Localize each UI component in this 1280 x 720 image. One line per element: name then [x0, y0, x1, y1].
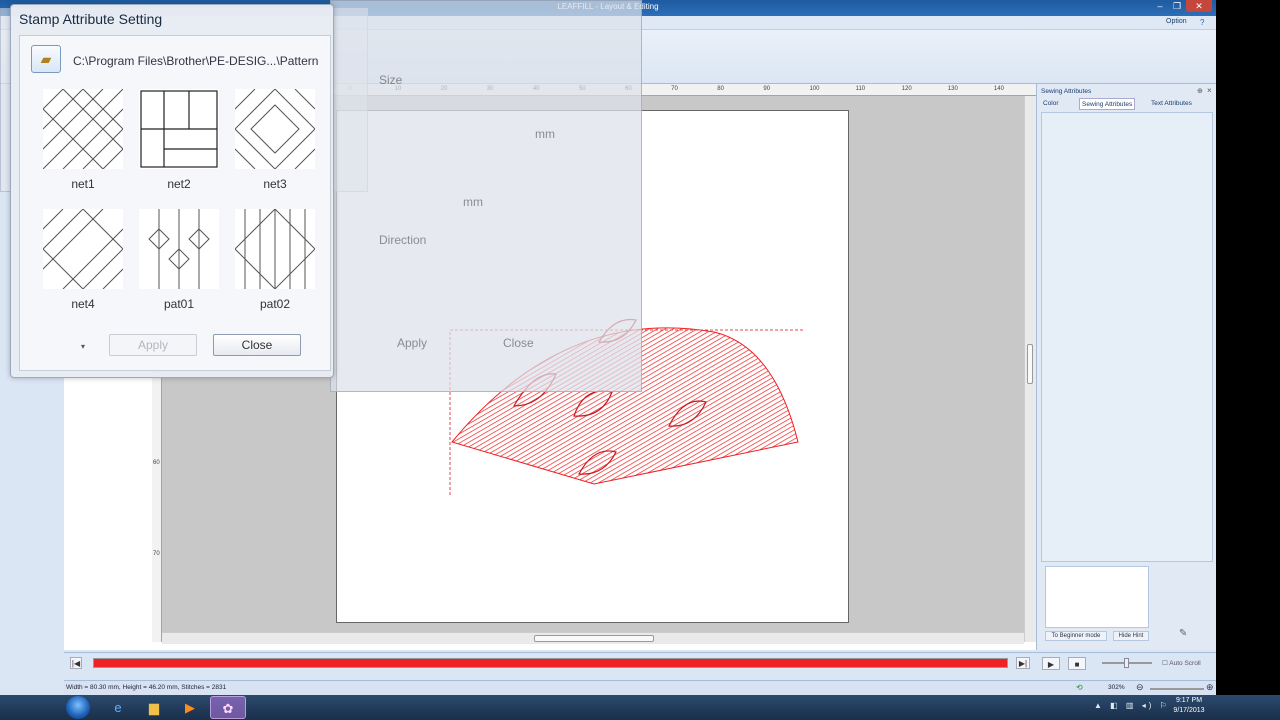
stamp-pat02[interactable]: [235, 209, 315, 289]
close-window-button[interactable]: ✕: [1186, 0, 1212, 12]
horizontal-scroll-thumb[interactable]: [534, 635, 654, 642]
hint-preview-box: [1045, 566, 1149, 628]
pat01-pattern-icon: [148, 209, 210, 289]
pin-icon[interactable]: ⊕: [1197, 87, 1203, 95]
sewing-attributes-body: [1041, 112, 1213, 562]
ruler-tick-label: 80: [717, 86, 724, 92]
simulator-progress-fill: [94, 659, 1007, 667]
pat02-pattern-icon: [235, 209, 315, 289]
ruler-tick-label: 70: [153, 551, 160, 557]
hide-hint-button[interactable]: Hide Hint: [1113, 631, 1149, 641]
system-tray-icons[interactable]: ▲ ◧ ▥ ◂) ⚐: [1094, 701, 1170, 710]
panel-header: Sewing Attributes ⊕ ×: [1037, 86, 1217, 96]
maximize-button[interactable]: ❐: [1170, 0, 1184, 12]
close-button[interactable]: Close: [213, 334, 301, 356]
ghost-apply-label: Apply: [397, 336, 428, 350]
internet-explorer-icon[interactable]: e: [100, 696, 136, 719]
panel-close-icon[interactable]: ×: [1207, 86, 1212, 95]
status-bar: Width = 80.30 mm, Height = 46.20 mm, Sti…: [64, 680, 1216, 695]
folder-browse-button[interactable]: ▰: [31, 45, 61, 73]
tab-sewing-attributes[interactable]: Sewing Attributes: [1079, 98, 1136, 110]
ghost-mm-label: mm: [535, 127, 555, 141]
minimize-button[interactable]: –: [1150, 0, 1170, 12]
ruler-tick-label: 70: [671, 86, 678, 92]
simulator-progress-bar[interactable]: [93, 658, 1008, 668]
ruler-tick-label: 110: [855, 86, 866, 92]
stop-button[interactable]: ■: [1068, 657, 1086, 670]
status-text: Width = 80.30 mm, Height = 46.20 mm, Sti…: [66, 684, 227, 691]
tab-text-attributes[interactable]: Text Attributes: [1151, 98, 1192, 110]
stamp-net1[interactable]: [43, 89, 123, 169]
clock-time[interactable]: 9:17 PM: [1164, 697, 1214, 704]
help-icon[interactable]: ?: [1200, 18, 1204, 27]
folder-path: C:\Program Files\Brother\PE-DESIG...\Pat…: [73, 54, 319, 68]
dialog-drag-ghost: Size mm mm Direction Apply Close: [330, 0, 642, 392]
ruler-tick-label: 100: [809, 86, 820, 92]
pe-design-taskbar-icon[interactable]: ✿: [210, 696, 246, 719]
stamp-net4[interactable]: [43, 209, 123, 289]
start-button[interactable]: [66, 696, 90, 719]
ruler-tick-label: 130: [947, 86, 958, 92]
ghost-mm-label: mm: [463, 195, 483, 209]
stamp-label: pat01: [163, 297, 195, 311]
ghost-size-label: Size: [379, 73, 403, 87]
ruler-tick-label: 120: [901, 86, 912, 92]
ghost-close-label: Close: [503, 336, 534, 350]
sewing-attributes-panel: Sewing Attributes ⊕ × Color Sewing Attri…: [1036, 84, 1216, 650]
tab-color[interactable]: Color: [1043, 98, 1059, 110]
ruler-tick-label: 60: [153, 460, 160, 466]
clock-date[interactable]: 9/17/2013: [1164, 707, 1214, 714]
dialog-title: Stamp Attribute Setting: [19, 11, 163, 27]
stamp-label: net3: [263, 177, 287, 191]
speed-slider-thumb[interactable]: [1124, 658, 1129, 668]
net4-pattern-icon: [43, 209, 123, 289]
simulator-start-button[interactable]: |◀: [70, 657, 82, 669]
net2-pattern-icon: [140, 90, 218, 168]
ruler-tick-label: 90: [763, 86, 771, 92]
zoom-slider[interactable]: [1150, 688, 1204, 690]
folder-icon: ▰: [40, 51, 52, 67]
panel-title: Sewing Attributes: [1041, 88, 1092, 95]
chevron-down-icon[interactable]: ▾: [81, 342, 85, 351]
stamp-label: net2: [167, 177, 191, 191]
file-explorer-icon[interactable]: ▆: [136, 696, 172, 719]
stamp-pat01[interactable]: [139, 209, 219, 289]
dialog-content: [19, 35, 331, 371]
stamp-net3[interactable]: [235, 89, 315, 169]
stitch-simulator-bar: |◀ ▶| ▶ ■ ☐ Auto Scroll: [64, 652, 1216, 674]
stamp-net2[interactable]: [139, 89, 219, 169]
zoom-in-icon[interactable]: ⊕: [1206, 682, 1214, 693]
media-player-icon[interactable]: ▶: [172, 696, 208, 719]
stamp-label: net1: [71, 177, 95, 191]
net3-pattern-icon: [235, 89, 315, 169]
auto-scroll-label: Auto Scroll: [1169, 660, 1201, 667]
stamp-attribute-setting-dialog[interactable]: Stamp Attribute Setting ▰ C:\Program Fil…: [10, 4, 334, 378]
zoom-out-icon[interactable]: ⊖: [1136, 682, 1144, 693]
auto-scroll-checkbox[interactable]: ☐ Auto Scroll: [1162, 659, 1201, 667]
apply-button[interactable]: Apply: [109, 334, 197, 356]
simulator-end-button[interactable]: ▶|: [1016, 657, 1030, 669]
vertical-scroll-thumb[interactable]: [1027, 344, 1033, 384]
ruler-tick-label: 140: [993, 86, 1004, 92]
to-beginner-mode-button[interactable]: To Beginner mode: [1045, 631, 1107, 641]
hint-icon[interactable]: ✎: [1179, 628, 1187, 639]
panel-tabs: Color Sewing Attributes Text Attributes: [1041, 98, 1213, 110]
taskbar: e ▆ ▶ ✿ ▲ ◧ ▥ ◂) ⚐ 9:17 PM 9/17/2013: [0, 695, 1280, 720]
ghost-direction-label: Direction: [379, 233, 427, 247]
stamp-label: net4: [71, 297, 95, 311]
desktop: LEAFFILL - Layout & Editing – ❐ ✕ Option…: [0, 0, 1280, 720]
stamp-label: pat02: [259, 297, 291, 311]
zoom-reset-icon[interactable]: ⟲: [1076, 683, 1083, 692]
option-menu[interactable]: Option: [1166, 18, 1187, 25]
zoom-level[interactable]: 302%: [1108, 684, 1125, 691]
play-button[interactable]: ▶: [1042, 657, 1060, 670]
net1-pattern-icon: [43, 89, 123, 169]
